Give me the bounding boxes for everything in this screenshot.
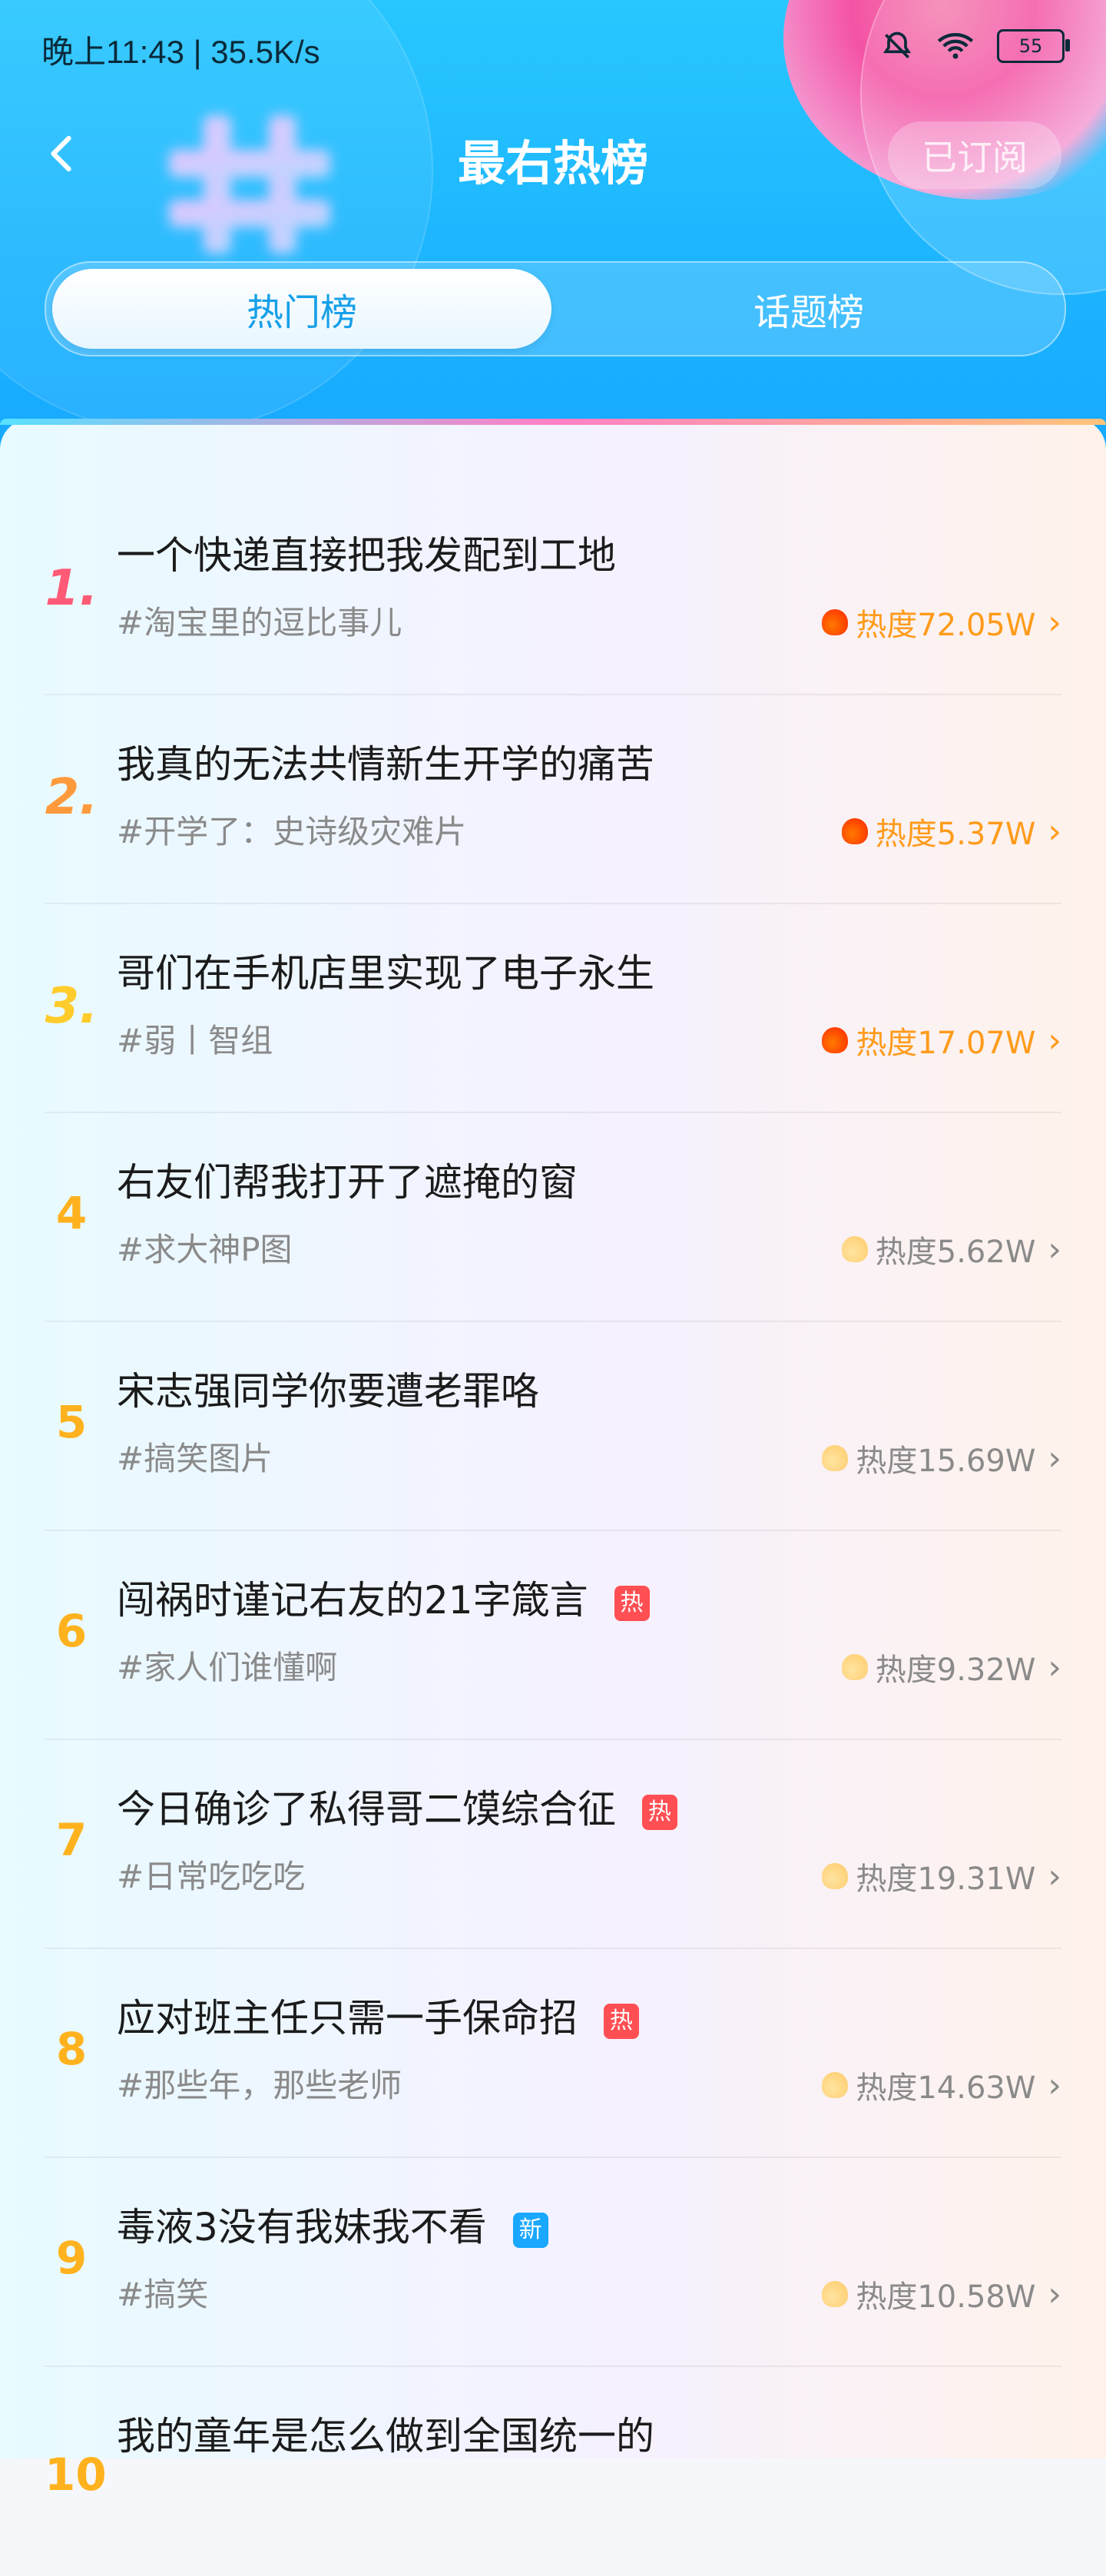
battery-icon: 55 [997,29,1070,63]
item-title: 应对班主任只需一手保命招 热 [117,1988,639,2043]
hot-badge: 热 [614,1585,650,1621]
heat-value: 热度15.69W [856,1444,1036,1479]
heat-value: 热度5.62W [875,1235,1036,1270]
rank-number: 6 [55,1605,88,1657]
item-title: 我的童年是怎么做到全国统一的 [117,2414,654,2458]
heat-indicator: 热度9.32W › [841,1645,1061,1689]
flame-icon [822,2072,849,2098]
flame-icon [822,1445,849,1471]
chevron-right-icon: › [1048,1020,1061,1060]
heat-value: 热度14.63W [856,2070,1036,2106]
heat-value: 热度5.37W [875,817,1036,852]
item-title-text: 应对班主任只需一手保命招 [117,1996,578,2041]
chevron-right-icon: › [1048,1229,1061,1269]
heat-indicator: 热度19.31W › [822,1854,1061,1898]
item-tag[interactable]: #求大神P图 [117,1224,293,1271]
item-title: 今日确诊了私得哥二馍综合征 热 [117,1779,677,1834]
tab-topic[interactable]: 话题榜 [559,269,1058,349]
rank-number: 1. [45,560,98,617]
rank-number: 10 [45,2448,107,2501]
item-title-text: 毒液3没有我妹我不看 [117,2205,487,2249]
item-tag[interactable]: #搞笑图片 [117,1433,273,1480]
list-item[interactable]: 6 闯祸时谨记右友的21字箴言 热 #家人们谁懂啊 热度9.32W › [0,1531,1106,1740]
item-title-text: 今日确诊了私得哥二馍综合征 [117,1787,616,1832]
chevron-right-icon: › [1048,811,1061,851]
chevron-right-icon: › [1048,2065,1061,2105]
status-icons: 55 [880,29,1070,63]
list-item[interactable]: 7 今日确诊了私得哥二馍综合征 热 #日常吃吃吃 热度19.31W › [0,1740,1106,1949]
heat-indicator: 热度14.63W › [822,2063,1061,2107]
item-title: 宋志强同学你要遭老罪咯 [117,1369,539,1414]
item-title: 闯祸时谨记右友的21字箴言 热 [117,1570,650,1625]
item-tag[interactable]: #开学了：史诗级灾难片 [117,806,466,853]
chevron-right-icon: › [1048,602,1061,642]
heat-value: 热度72.05W [856,608,1036,643]
rank-number: 2. [45,769,98,826]
chevron-right-icon: › [1048,1438,1061,1478]
heat-value: 热度10.58W [856,2279,1036,2315]
item-tag[interactable]: #弱丨智组 [117,1015,273,1062]
tab-hot[interactable]: 热门榜 [52,269,551,349]
flame-icon [822,1863,849,1889]
wifi-icon [937,33,974,59]
heat-indicator: 热度15.69W › [822,1436,1061,1480]
heat-indicator: 热度17.07W › [822,1018,1061,1063]
battery-level: 55 [1018,35,1043,57]
chevron-right-icon: › [1048,2274,1061,2314]
rank-number: 8 [55,2023,88,2075]
hot-badge: 热 [603,2003,639,2039]
heat-value: 热度17.07W [856,1026,1036,1061]
list-item[interactable]: 2. 我真的无法共情新生开学的痛苦 #开学了：史诗级灾难片 热度5.37W › [0,695,1106,904]
flame-icon [822,1027,849,1053]
item-title-text: 闯祸时谨记右友的21字箴言 [117,1578,588,1623]
item-tag[interactable]: #淘宝里的逗比事儿 [117,597,402,644]
rank-number: 5 [55,1396,88,1448]
list-item[interactable]: 1. 一个快递直接把我发配到工地 #淘宝里的逗比事儿 热度72.05W › [0,486,1106,695]
item-tag[interactable]: #那些年，那些老师 [117,2060,402,2107]
flame-icon [822,609,849,635]
heat-indicator: 热度72.05W › [822,600,1061,645]
hot-badge: 热 [641,1794,677,1830]
item-title: 哥们在手机店里实现了电子永生 [117,951,654,996]
list-item[interactable]: 9 毒液3没有我妹我不看 新 #搞笑 热度10.58W › [0,2158,1106,2367]
item-tag[interactable]: #日常吃吃吃 [117,1851,305,1898]
hot-list-card: 1. 一个快递直接把我发配到工地 #淘宝里的逗比事儿 热度72.05W › 2.… [0,419,1106,2501]
list-item[interactable]: 4 右友们帮我打开了遮掩的窗 #求大神P图 热度5.62W › [0,1113,1106,1322]
list-item[interactable]: 8 应对班主任只需一手保命招 热 #那些年，那些老师 热度14.63W › [0,1949,1106,2158]
heat-value: 热度9.32W [875,1653,1036,1688]
list-item[interactable]: 3. 哥们在手机店里实现了电子永生 #弱丨智组 热度17.07W › [0,904,1106,1113]
item-title: 右友们帮我打开了遮掩的窗 [117,1160,578,1205]
flame-icon [822,2281,849,2307]
list-item[interactable]: 5 宋志强同学你要遭老罪咯 #搞笑图片 热度15.69W › [0,1322,1106,1531]
item-tag[interactable]: #家人们谁懂啊 [117,1642,337,1689]
tab-bar: 热门榜 话题榜 [45,261,1066,356]
item-title: 我真的无法共情新生开学的痛苦 [117,742,654,787]
rank-number: 9 [55,2232,88,2284]
heat-indicator: 热度10.58W › [822,2272,1061,2316]
chevron-right-icon: › [1048,1856,1061,1896]
heat-value: 热度19.31W [856,1862,1036,1897]
heat-indicator: 热度5.62W › [841,1227,1061,1271]
chevron-right-icon: › [1048,1647,1061,1687]
rank-number: 4 [55,1187,88,1239]
flame-icon [841,818,868,844]
list-item[interactable]: 10 我的童年是怎么做到全国统一的 [0,2367,1106,2576]
top-nav: 最右热榜 已订阅 [0,115,1106,200]
subscribed-button[interactable]: 已订阅 [888,121,1061,189]
new-badge: 新 [512,2212,548,2248]
item-title: 毒液3没有我妹我不看 新 [117,2196,548,2252]
bell-off-icon [882,31,912,58]
heat-indicator: 热度5.37W › [841,809,1061,854]
status-bar: 晚上11:43 | 35.5K/s 55 [0,0,1106,100]
flame-icon [841,1236,868,1262]
item-tag[interactable]: #搞笑 [117,2269,208,2316]
rank-number: 7 [55,1814,88,1866]
item-title: 一个快递直接把我发配到工地 [117,533,616,578]
rank-number: 3. [45,978,98,1035]
status-time-speed: 晚上11:43 | 35.5K/s [41,34,320,70]
flame-icon [841,1654,868,1680]
